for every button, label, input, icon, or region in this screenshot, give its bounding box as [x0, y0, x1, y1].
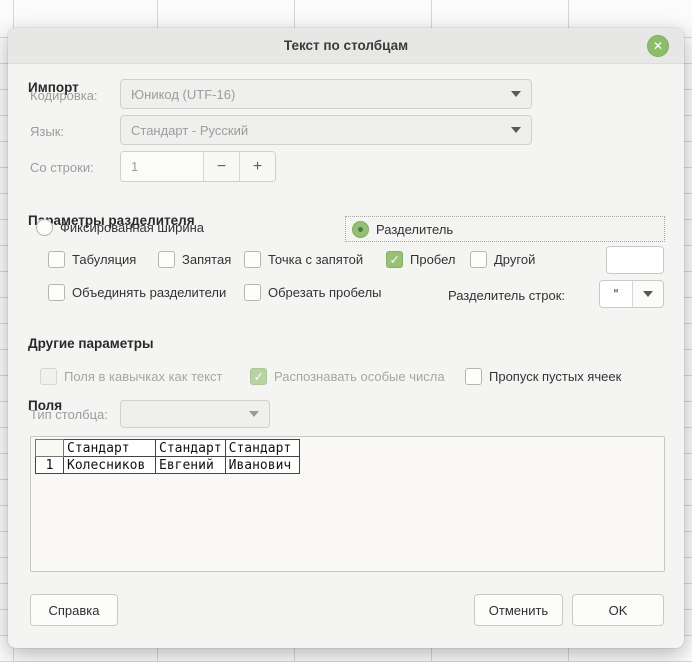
skip-empty-cells-label: Пропуск пустых ячеек	[489, 369, 621, 384]
semicolon-checkbox[interactable]: Точка с запятой	[244, 251, 363, 268]
preview-header-row: Стандарт Стандарт Стандарт	[36, 440, 300, 457]
other-label: Другой	[494, 252, 535, 267]
column-type-label: Тип столбца:	[30, 407, 108, 422]
delimiter-radio-focus[interactable]: Разделитель	[345, 216, 665, 242]
from-row-decrement-button[interactable]: −	[203, 152, 239, 181]
ok-button[interactable]: OK	[572, 594, 664, 626]
trim-spaces-checkbox[interactable]: Обрезать пробелы	[244, 284, 382, 301]
from-row-value[interactable]: 1	[121, 152, 203, 181]
tab-label: Табуляция	[72, 252, 136, 267]
space-checkbox[interactable]: Пробел	[386, 251, 456, 268]
merge-delimiters-label: Объединять разделители	[72, 285, 226, 300]
language-dropdown[interactable]: Стандарт - Русский	[120, 115, 532, 145]
comma-label: Запятая	[182, 252, 231, 267]
column-header[interactable]: Стандарт	[225, 440, 299, 457]
language-value: Стандарт - Русский	[131, 123, 248, 138]
close-icon[interactable]: ✕	[647, 35, 669, 57]
other-options-heading: Другие параметры	[28, 336, 154, 351]
column-type-dropdown	[120, 400, 270, 428]
chevron-down-icon	[511, 127, 521, 133]
checkbox-icon[interactable]	[465, 368, 482, 385]
from-row-label: Со строки:	[30, 160, 94, 175]
table-row: 1 Колесников Евгений Иванович	[36, 457, 300, 474]
radio-icon[interactable]	[352, 221, 369, 238]
fixed-width-radio[interactable]: Фиксированная ширина	[36, 219, 204, 236]
checkbox-icon[interactable]	[48, 284, 65, 301]
checkbox-icon[interactable]	[48, 251, 65, 268]
checkbox-icon	[250, 368, 267, 385]
encoding-label: Кодировка:	[30, 88, 98, 103]
language-label: Язык:	[30, 124, 64, 139]
corner-cell	[36, 440, 64, 457]
semicolon-label: Точка с запятой	[268, 252, 363, 267]
from-row-stepper: 1 − +	[120, 151, 276, 182]
help-button[interactable]: Справка	[30, 594, 118, 626]
preview-table: Стандарт Стандарт Стандарт 1 Колесников …	[35, 439, 300, 474]
comma-checkbox[interactable]: Запятая	[158, 251, 231, 268]
encoding-dropdown[interactable]: Юникод (UTF-16)	[120, 79, 532, 109]
detect-numbers-checkbox: Распознавать особые числа	[250, 368, 445, 385]
chevron-down-icon	[511, 91, 521, 97]
column-header[interactable]: Стандарт	[64, 440, 156, 457]
checkbox-icon[interactable]	[244, 284, 261, 301]
other-checkbox[interactable]: Другой	[470, 251, 535, 268]
skip-empty-cells-checkbox[interactable]: Пропуск пустых ячеек	[465, 368, 621, 385]
checkbox-icon[interactable]	[470, 251, 487, 268]
merge-delimiters-checkbox[interactable]: Объединять разделители	[48, 284, 226, 301]
tab-checkbox[interactable]: Табуляция	[48, 251, 136, 268]
checkbox-icon	[40, 368, 57, 385]
chevron-down-icon[interactable]	[632, 281, 663, 307]
cancel-button[interactable]: Отменить	[474, 594, 563, 626]
quoted-as-text-checkbox: Поля в кавычках как текст	[40, 368, 222, 385]
delimiter-label: Разделитель	[376, 222, 453, 237]
fixed-width-label: Фиксированная ширина	[60, 220, 204, 235]
column-header[interactable]: Стандарт	[156, 440, 226, 457]
row-number: 1	[36, 457, 64, 474]
string-delimiter-value[interactable]: "	[600, 281, 632, 307]
text-to-columns-dialog: Текст по столбцам ✕ Импорт Кодировка: Юн…	[8, 28, 684, 648]
checkbox-icon[interactable]	[386, 251, 403, 268]
radio-icon[interactable]	[36, 219, 53, 236]
space-label: Пробел	[410, 252, 456, 267]
detect-numbers-label: Распознавать особые числа	[274, 369, 445, 384]
checkbox-icon[interactable]	[244, 251, 261, 268]
checkbox-icon[interactable]	[158, 251, 175, 268]
string-delimiter-label: Разделитель строк:	[408, 288, 565, 303]
preview-cell: Колесников	[64, 457, 156, 474]
dialog-title: Текст по столбцам	[284, 38, 408, 53]
preview-panel[interactable]: Стандарт Стандарт Стандарт 1 Колесников …	[30, 436, 665, 572]
string-delimiter-combo[interactable]: "	[599, 280, 664, 308]
from-row-increment-button[interactable]: +	[239, 152, 275, 181]
spreadsheet-background: { "window": { "title": "Текст по столбца…	[0, 0, 692, 662]
quoted-as-text-label: Поля в кавычках как текст	[64, 369, 222, 384]
preview-cell: Евгений	[156, 457, 226, 474]
dialog-titlebar[interactable]: Текст по столбцам ✕	[8, 28, 684, 64]
chevron-down-icon	[249, 411, 259, 417]
preview-cell: Иванович	[225, 457, 299, 474]
encoding-value: Юникод (UTF-16)	[131, 87, 235, 102]
other-delimiter-input[interactable]	[606, 246, 664, 274]
trim-spaces-label: Обрезать пробелы	[268, 285, 382, 300]
